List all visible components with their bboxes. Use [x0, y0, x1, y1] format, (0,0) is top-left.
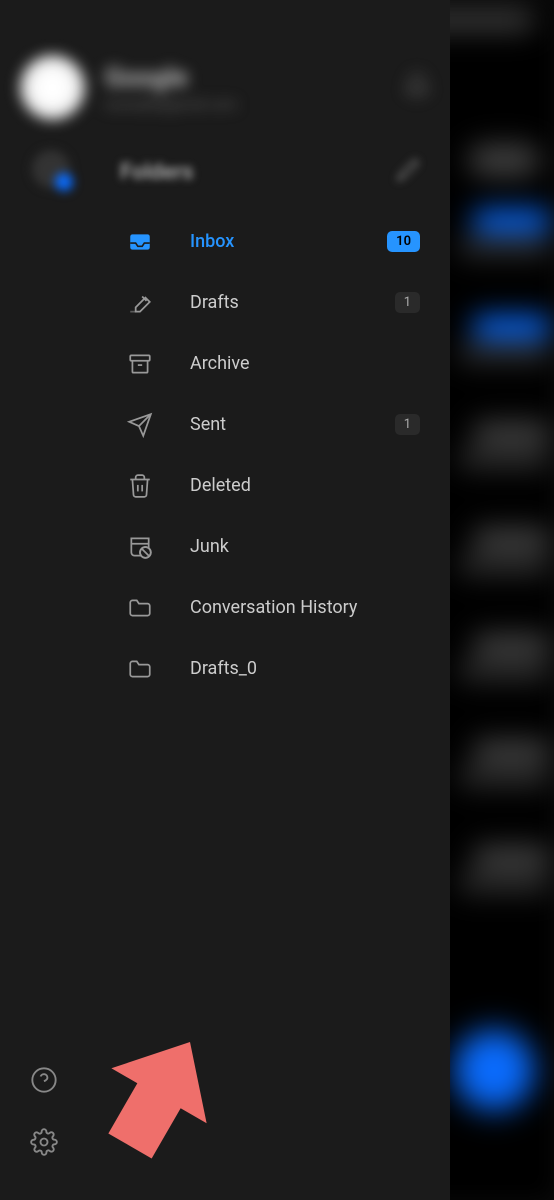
folder-item-archive[interactable]: Archive: [0, 333, 450, 394]
folder-badge: 10: [387, 231, 420, 252]
folder-item-drafts[interactable]: Drafts 1: [0, 272, 450, 333]
folder-icon: [125, 595, 155, 621]
drafts-icon: [125, 290, 155, 316]
trash-icon: [125, 473, 155, 499]
folder-label: Archive: [190, 353, 420, 374]
account-header[interactable]: Google example@gmail.com: [0, 0, 450, 140]
folder-label: Inbox: [190, 231, 387, 252]
folder-item-inbox[interactable]: Inbox 10: [0, 211, 450, 272]
account-email: example@gmail.com: [105, 97, 404, 113]
folder-icon: [125, 656, 155, 682]
folder-badge: 1: [395, 414, 420, 435]
junk-icon: [125, 534, 155, 560]
folder-badge: 1: [395, 292, 420, 313]
folder-item-deleted[interactable]: Deleted: [0, 455, 450, 516]
navigation-drawer: Google example@gmail.com Folders Inbox 1…: [0, 0, 450, 1200]
folder-label: Drafts_0: [190, 658, 420, 679]
inbox-icon: [125, 229, 155, 255]
folder-item-drafts-0[interactable]: Drafts_0: [0, 638, 450, 699]
folder-item-junk[interactable]: Junk: [0, 516, 450, 577]
notification-icon[interactable]: [404, 73, 430, 103]
edit-folders-icon[interactable]: [396, 158, 420, 186]
account-avatar: [20, 55, 85, 120]
folder-label: Sent: [190, 414, 395, 435]
compose-fab-blurred: [454, 1030, 534, 1110]
folder-label: Junk: [190, 536, 420, 557]
folder-label: Deleted: [190, 475, 420, 496]
settings-button[interactable]: [30, 1128, 58, 1160]
account-name: Google: [105, 63, 404, 93]
folders-section-header: Folders: [0, 158, 450, 201]
folder-label: Conversation History: [190, 597, 420, 618]
folders-title: Folders: [120, 160, 194, 185]
folder-list: Inbox 10 Drafts 1 Archive Sent 1: [0, 201, 450, 709]
folder-item-sent[interactable]: Sent 1: [0, 394, 450, 455]
archive-icon: [125, 351, 155, 377]
folder-label: Drafts: [190, 292, 395, 313]
sent-icon: [125, 412, 155, 438]
folder-item-conversation-history[interactable]: Conversation History: [0, 577, 450, 638]
help-button[interactable]: [30, 1066, 58, 1098]
